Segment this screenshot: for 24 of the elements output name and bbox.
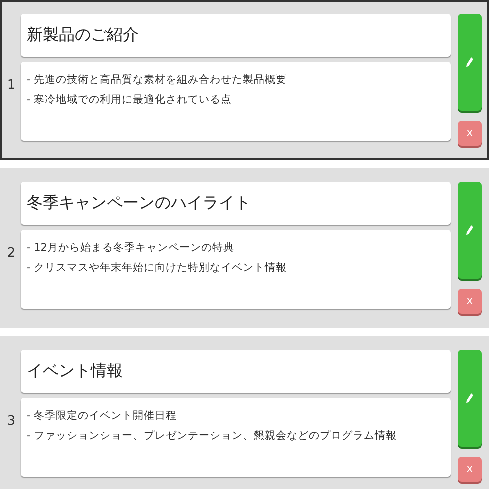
slide-card[interactable]: 2 冬季キャンペーンのハイライト - 12月から始まる冬季キャンペーンの特典 - クリスマスや年末年始に向けた特別なイベント情報 x <box>0 168 489 328</box>
title-field[interactable]: イベント情報 <box>21 350 451 393</box>
bullet-text: - 先進の技術と高品質な素材を組み合わせた製品概要 <box>27 73 288 88</box>
bullet-text: - 冬季限定のイベント開催日程 <box>27 409 178 424</box>
slide-number: 2 <box>6 246 17 261</box>
content-field[interactable]: - 先進の技術と高品質な素材を組み合わせた製品概要 - 寒冷地域での利用に最適化されている点 <box>21 62 451 141</box>
bullet-text: - 12月から始まる冬季キャンペーンの特典 <box>27 241 236 256</box>
title-field[interactable]: 新製品のご紹介 <box>21 14 451 57</box>
edit-button[interactable] <box>458 350 482 447</box>
bullet-text: - クリスマスや年末年始に向けた特別なイベント情報 <box>27 261 288 276</box>
slide-card[interactable]: 1 新製品のご紹介 - 先進の技術と高品質な素材を組み合わせた製品概要 - 寒冷地域での利用に最適化されている点 x <box>0 0 489 160</box>
pencil-icon <box>466 393 474 404</box>
pencil-icon <box>466 57 474 68</box>
content-field[interactable]: - 冬季限定のイベント開催日程 - ファッションショー、プレゼンテーション、懇親会などのプログラム情報 <box>21 398 451 477</box>
slide-number: 3 <box>6 414 17 429</box>
edit-button[interactable] <box>458 182 482 279</box>
title-field[interactable]: 冬季キャンペーンのハイライト <box>21 182 451 225</box>
bullet-text: - 寒冷地域での利用に最適化されている点 <box>27 93 234 108</box>
content-field[interactable]: - 12月から始まる冬季キャンペーンの特典 - クリスマスや年末年始に向けた特別なイベント情報 <box>21 230 451 309</box>
slide-number: 1 <box>6 78 17 93</box>
slide-card[interactable]: 3 イベント情報 - 冬季限定のイベント開催日程 - ファッションショー、プレゼンテーション、懇親会などのプログラム情報 x <box>0 336 489 489</box>
bullet-text: - ファッションショー、プレゼンテーション、懇親会などのプログラム情報 <box>27 429 398 444</box>
edit-button[interactable] <box>458 14 482 111</box>
pencil-icon <box>466 225 474 236</box>
